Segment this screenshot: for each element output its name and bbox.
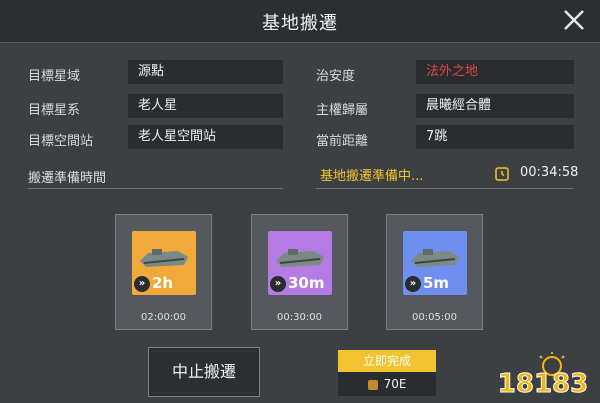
duration-badge: » 2h <box>134 274 173 292</box>
distance-label: 當前距離 <box>316 134 369 149</box>
target-station-value: 老人星空間站 <box>128 125 283 149</box>
divider <box>28 188 283 189</box>
duration-badge: » 5m <box>405 274 449 292</box>
target-system-label: 目標星系 <box>28 103 81 118</box>
sovereignty-value: 晨曦經合體 <box>416 94 574 118</box>
option-icon-bg: » 2h <box>132 231 196 295</box>
site-logo: 18183 <box>497 352 589 398</box>
speedup-icon: » <box>134 275 150 292</box>
duration-badge: » 30m <box>270 274 325 292</box>
option-icon-bg: » 30m <box>268 231 332 295</box>
page-title: 基地搬遷 <box>262 13 338 34</box>
target-region-label: 目標星域 <box>28 69 81 84</box>
divider <box>316 188 574 189</box>
option-icon-bg: » 5m <box>403 231 467 295</box>
ship-icon <box>276 249 324 267</box>
timer-icon <box>494 166 510 182</box>
speedup-icon: » <box>270 275 286 292</box>
security-label: 治安度 <box>316 69 356 84</box>
speedup-icon: » <box>405 275 421 292</box>
close-button[interactable] <box>560 6 588 34</box>
distance-value: 7跳 <box>416 125 574 149</box>
relocation-status: 基地搬遷準備中... 00:34:58 <box>316 162 578 186</box>
title-bar: 基地搬遷 <box>0 0 600 43</box>
ship-icon <box>411 249 459 267</box>
complete-now-button[interactable]: 立即完成 <box>338 350 436 372</box>
option-card-30m[interactable]: » 30m 00:30:00 <box>251 214 348 330</box>
security-value: 法外之地 <box>416 60 574 84</box>
sovereignty-label: 主權歸屬 <box>316 103 369 118</box>
option-time: 00:30:00 <box>277 312 322 323</box>
cost-display: 70E <box>338 372 436 396</box>
status-text: 基地搬遷準備中... <box>320 169 424 184</box>
target-station-label: 目標空間站 <box>28 134 94 149</box>
target-system-value: 老人星 <box>128 94 283 118</box>
option-card-2h[interactable]: » 2h 02:00:00 <box>115 214 212 330</box>
option-time: 02:00:00 <box>141 312 186 323</box>
target-region-value: 源點 <box>128 60 283 84</box>
option-time: 00:05:00 <box>412 312 457 323</box>
countdown-timer: 00:34:58 <box>520 165 579 180</box>
currency-icon <box>367 379 378 390</box>
option-card-5m[interactable]: » 5m 00:05:00 <box>386 214 483 330</box>
close-icon <box>564 10 584 30</box>
logo-text: 18183 <box>498 369 588 398</box>
prep-time-label: 搬遷準備時間 <box>28 171 107 186</box>
stop-relocation-button[interactable]: 中止搬遷 <box>148 347 260 397</box>
ship-icon <box>140 249 188 267</box>
